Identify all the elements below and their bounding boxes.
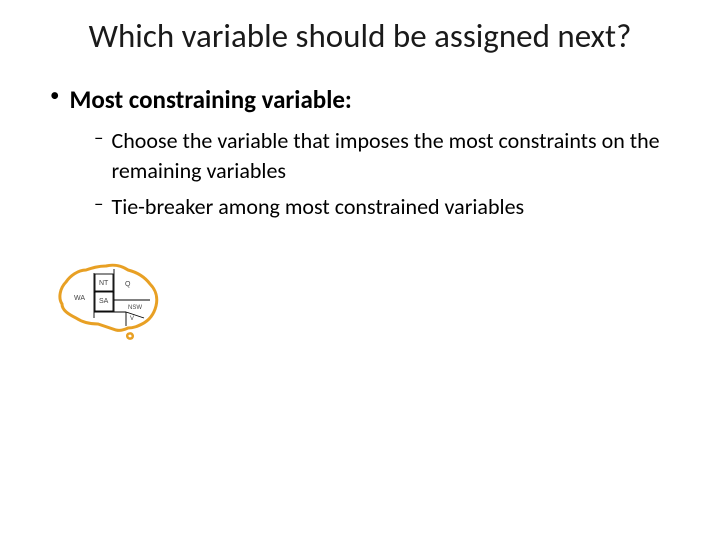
bullet-text: Tie-breaker among most constrained varia… bbox=[111, 192, 524, 222]
label-q: Q bbox=[125, 281, 131, 288]
label-v: V bbox=[130, 316, 134, 322]
slide: Which variable should be assigned next? … bbox=[0, 0, 720, 540]
australia-map: WA NT Q SA NSW V bbox=[50, 256, 680, 351]
bullet-level2: – Choose the variable that imposes the m… bbox=[94, 126, 680, 185]
bullet-level1: • Most constraining variable: bbox=[40, 84, 680, 117]
label-wa: WA bbox=[74, 295, 85, 302]
bullet-level2: – Tie-breaker among most constrained var… bbox=[94, 192, 680, 222]
map-svg: WA NT Q SA NSW V bbox=[50, 256, 170, 346]
bullet-dash-icon: – bbox=[94, 192, 103, 218]
label-nsw: NSW bbox=[128, 305, 142, 311]
slide-title: Which variable should be assigned next? bbox=[40, 18, 680, 56]
tasmania-icon bbox=[127, 333, 133, 338]
bullet-dash-icon: – bbox=[94, 126, 103, 152]
bullet-text: Choose the variable that imposes the mos… bbox=[111, 126, 680, 185]
bullet-text: Most constraining variable: bbox=[69, 84, 351, 117]
label-nt: NT bbox=[99, 280, 109, 287]
label-sa: SA bbox=[99, 298, 109, 305]
bullet-dot-icon: • bbox=[50, 84, 59, 109]
